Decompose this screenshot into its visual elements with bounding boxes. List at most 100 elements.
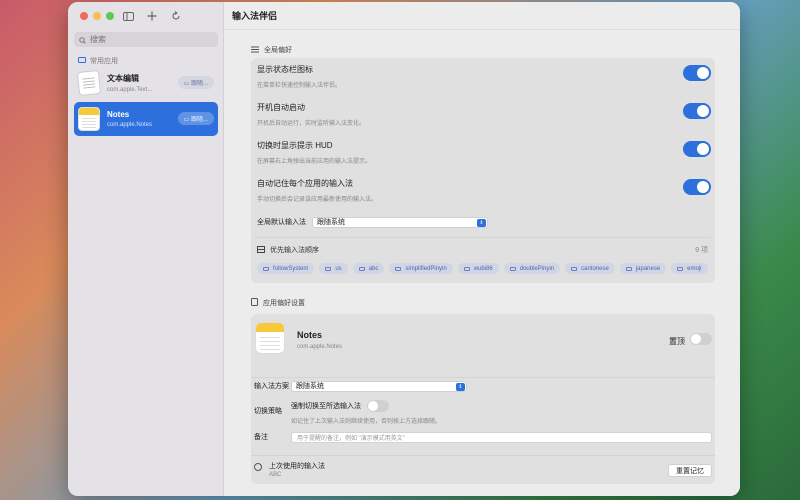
chip-label: abc (368, 265, 379, 272)
input-method-chip[interactable]: cantonese (565, 263, 615, 274)
app-preferences-card: Notes com.apple.Notes 置顶 输入法方案 跟随系统 ⇕ 切换… (251, 314, 715, 484)
force-switch-toggle[interactable] (367, 400, 389, 412)
setting-title: 自动记住每个应用的输入法 (257, 179, 353, 188)
input-method-chip[interactable]: abc (352, 263, 385, 274)
setting-row-launch-at-login: 开机自动启动 开机后自动运行，实时监听输入法变化。 (254, 96, 711, 134)
setting-description: 手动切换后会记录该应用最新使用的输入法。 (257, 197, 378, 203)
search-field[interactable] (74, 32, 218, 47)
pin-toggle[interactable] (690, 333, 712, 345)
priority-order-count: 9 项 (695, 247, 708, 254)
priority-order-chips: followSystem us abc simplifiedPinyin wub… (254, 259, 711, 283)
chip-label: cantonese (581, 265, 609, 272)
strategy-label: 切换策略 (254, 408, 282, 415)
minimize-window-button[interactable] (93, 12, 101, 20)
status-icon-toggle[interactable] (683, 65, 711, 81)
chip-label: followSystem (273, 265, 309, 272)
setting-description: 在菜单栏快速控制输入法伴侣。 (257, 83, 342, 89)
chevron-updown-icon: ⇕ (456, 382, 465, 391)
app-pref-section-header: 应用偏好设置 (251, 295, 715, 311)
app-name: Notes (107, 110, 130, 119)
hud-toggle[interactable] (683, 141, 711, 157)
input-method-chip[interactable]: japanese (619, 263, 667, 274)
keyboard-icon (358, 266, 365, 271)
app-name: Notes (297, 330, 323, 340)
chevron-updown-icon: ⇕ (477, 218, 486, 227)
chip-label: wubi86 (473, 265, 493, 272)
chip-label: us (335, 265, 342, 272)
setting-title: 开机自动启动 (257, 103, 305, 112)
remember-input-method-toggle[interactable] (683, 179, 711, 195)
last-used-row: 上次使用的输入法 ABC 重置记忆 (251, 456, 715, 482)
notes-app-icon (78, 107, 100, 131)
force-switch-description: 如记住了上次输入法则继续使用，否则按上方选择跟随。 (291, 419, 442, 425)
scheme-label: 输入法方案 (254, 383, 289, 390)
default-input-method-select[interactable]: 跟随系统 ⇕ (312, 216, 488, 228)
app-name: 文本编辑 (107, 74, 139, 83)
chip-label: doublePinyin (519, 265, 555, 272)
input-method-chip[interactable]: followSystem (257, 263, 315, 274)
input-method-chip[interactable]: simplifiedPinyin (389, 263, 453, 274)
traffic-lights (80, 12, 114, 20)
note-row: 备注 用于提醒的备注，例如 "演示模式用英文" (251, 431, 715, 443)
app-bundle-id: com.apple.Notes (297, 344, 343, 350)
settings-content: 全局偏好 显示状态栏图标 在菜单栏快速控制输入法伴侣。 开机自动启动 开机后自动… (251, 42, 715, 484)
force-switch-title: 强制切换至所选输入法 (291, 403, 361, 410)
history-icon (254, 463, 262, 471)
sidebar-app-notes[interactable]: Notes com.apple.Notes ▭ 跟随... (74, 102, 218, 136)
keyboard-icon (463, 266, 470, 271)
keyboard-icon (325, 266, 332, 271)
app-bundle-id: com.apple.Text... (107, 87, 153, 93)
sidebar-toggle-icon[interactable] (122, 10, 134, 22)
app-window: 常用应用 文本编辑 com.apple.Text... ▭ 跟随... Note… (68, 2, 740, 496)
main-pane: 输入法伴侣 全局偏好 显示状态栏图标 在菜单栏快速控制输入法伴侣。 开机自动启动… (224, 2, 740, 496)
divider (251, 377, 715, 378)
launch-at-login-toggle[interactable] (683, 103, 711, 119)
setting-description: 开机后自动运行，实时监听输入法变化。 (257, 121, 366, 127)
textedit-app-icon (76, 69, 102, 97)
chip-label: japanese (635, 265, 661, 272)
keyboard-icon (571, 266, 578, 271)
setting-row-status-icon: 显示状态栏图标 在菜单栏快速控制输入法伴侣。 (254, 58, 711, 96)
divider (254, 237, 711, 238)
search-icon (79, 31, 86, 49)
input-method-chip[interactable]: emoji (671, 263, 708, 274)
keyboard-icon (395, 266, 402, 271)
setting-title: 切换时显示提示 HUD (257, 141, 333, 150)
document-icon (251, 298, 258, 308)
sidebar-section-label: 常用应用 (90, 58, 118, 65)
sidebar-app-textedit[interactable]: 文本编辑 com.apple.Text... ▭ 跟随... (74, 66, 218, 100)
list-icon (257, 245, 265, 255)
chip-label: emoji (687, 265, 702, 272)
keyboard-icon (263, 266, 269, 271)
close-window-button[interactable] (80, 12, 88, 20)
keyboard-icon (677, 266, 684, 271)
select-value: 跟随系统 (317, 219, 345, 226)
notes-app-icon (255, 322, 285, 354)
setting-row-remember: 自动记住每个应用的输入法 手动切换后会记录该应用最新使用的输入法。 (254, 172, 711, 210)
input-method-badge-label: 跟随... (190, 81, 208, 87)
sidebar-toolbar (122, 10, 182, 22)
zoom-window-button[interactable] (106, 12, 114, 20)
scheme-select[interactable]: 跟随系统 ⇕ (291, 380, 467, 392)
sliders-icon (251, 46, 259, 55)
search-input[interactable] (90, 35, 210, 44)
setting-title: 显示状态栏图标 (257, 65, 313, 74)
refresh-icon[interactable] (170, 10, 182, 22)
priority-order-header: 优先输入法顺序 9 项 (254, 241, 711, 259)
reset-memory-button[interactable]: 重置记忆 (668, 464, 712, 477)
note-label: 备注 (254, 434, 268, 441)
app-list-icon (78, 57, 86, 65)
setting-row-hud: 切换时显示提示 HUD 在屏幕右上角弹出当前应用的输入法提示。 (254, 134, 711, 172)
add-icon[interactable] (146, 10, 158, 22)
sidebar-section-header: 常用应用 (78, 56, 118, 66)
note-input[interactable]: 用于提醒的备注，例如 "演示模式用英文" (291, 431, 712, 443)
input-method-chip[interactable]: us (319, 263, 348, 274)
input-method-chip[interactable]: doublePinyin (503, 263, 561, 274)
global-section-header: 全局偏好 (251, 42, 715, 58)
keyboard-icon (625, 266, 632, 271)
last-used-title: 上次使用的输入法 (269, 463, 325, 470)
select-value: 跟随系统 (296, 383, 324, 390)
input-method-chip[interactable]: wubi86 (457, 263, 499, 274)
app-header: Notes com.apple.Notes 置顶 (251, 314, 715, 374)
priority-order-title: 优先输入法顺序 (270, 247, 319, 254)
